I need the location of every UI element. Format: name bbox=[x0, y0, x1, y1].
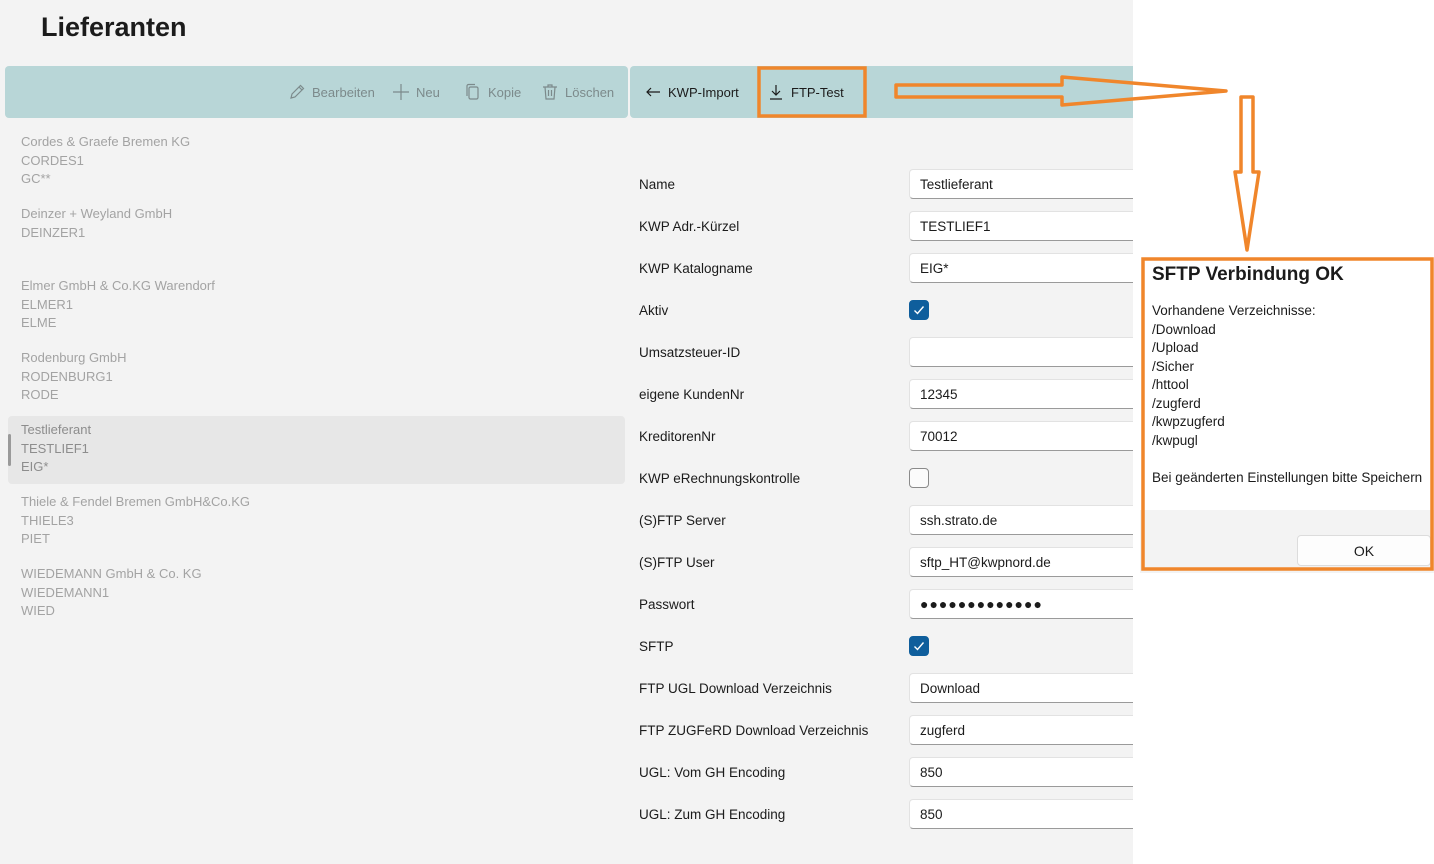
dialog-line: /Download bbox=[1152, 321, 1216, 337]
download-icon bbox=[770, 85, 782, 100]
kwp-katalog-label: KWP Katalogname bbox=[639, 261, 753, 276]
supplier-name: Thiele & Fendel Bremen GmbH&Co.KG bbox=[21, 494, 251, 509]
sftp-user-input[interactable]: sftp_HT@kwpnord.de bbox=[909, 547, 1133, 577]
supplier-code: RODENBURG1 bbox=[21, 369, 113, 384]
ugl-dir-input[interactable]: Download bbox=[909, 673, 1133, 703]
kwp-import-label: KWP-Import bbox=[668, 84, 739, 100]
erechnung-checkbox[interactable] bbox=[909, 468, 929, 488]
sftp-label: SFTP bbox=[639, 639, 674, 654]
list-item[interactable]: Deinzer + Weyland GmbH DEINZER1 bbox=[8, 200, 625, 268]
kunden-nr-label: eigene KundenNr bbox=[639, 387, 745, 402]
supplier-catalog: RODE bbox=[21, 387, 59, 402]
zugferd-dir-label: FTP ZUGFeRD Download Verzeichnis bbox=[639, 723, 869, 738]
dialog-line: /kwpugl bbox=[1152, 432, 1198, 448]
delete-button[interactable]: Löschen bbox=[541, 66, 614, 118]
supplier-name: Elmer GmbH & Co.KG Warendorf bbox=[21, 278, 215, 293]
ust-id-input[interactable] bbox=[909, 337, 1133, 367]
supplier-name: Rodenburg GmbH bbox=[21, 350, 127, 365]
ftp-test-button[interactable]: FTP-Test bbox=[767, 66, 844, 118]
ust-id-label: Umsatzsteuer-ID bbox=[639, 345, 741, 360]
arrow-down-annotation bbox=[1233, 95, 1261, 252]
delete-button-label: Löschen bbox=[565, 84, 615, 100]
supplier-catalog: WIED bbox=[21, 603, 55, 618]
kunden-nr-input[interactable]: 12345 bbox=[909, 379, 1133, 409]
edit-button-label: Bearbeiten bbox=[312, 84, 375, 100]
dialog-line: /httool bbox=[1152, 377, 1189, 392]
dialog-line: /kwpzugferd bbox=[1152, 414, 1225, 429]
password-input[interactable]: ●●●●●●●●●●●●● bbox=[909, 589, 1133, 619]
pencil-icon bbox=[290, 84, 305, 99]
kreditoren-nr-input[interactable]: 70012 bbox=[909, 421, 1133, 451]
aktiv-label: Aktiv bbox=[639, 303, 669, 318]
kreditoren-nr-label: KreditorenNr bbox=[639, 429, 716, 444]
sftp-server-input[interactable]: ssh.strato.de bbox=[909, 505, 1133, 535]
supplier-code: TESTLIEF1 bbox=[21, 441, 89, 456]
ugl-from-label: UGL: Vom GH Encoding bbox=[639, 765, 786, 780]
dialog-title: SFTP Verbindung OK bbox=[1152, 264, 1344, 285]
supplier-catalog: PIET bbox=[21, 531, 50, 546]
name-label: Name bbox=[639, 177, 676, 192]
supplier-code: THIELE3 bbox=[21, 513, 74, 528]
copy-icon bbox=[466, 83, 479, 100]
dialog-line bbox=[1152, 450, 1422, 469]
list-item[interactable]: Thiele & Fendel Bremen GmbH&Co.KG THIELE… bbox=[8, 488, 625, 556]
name-input[interactable]: Testlieferant bbox=[909, 169, 1133, 199]
trash-icon bbox=[543, 84, 557, 100]
zugferd-dir-input[interactable]: zugferd bbox=[909, 715, 1133, 745]
dialog-line: /Sicher bbox=[1152, 358, 1195, 374]
kwp-katalog-input[interactable]: EIG* bbox=[909, 253, 1133, 283]
dialog-line: Vorhandene Verzeichnisse: bbox=[1152, 303, 1316, 318]
erechnung-label: KWP eRechnungskontrolle bbox=[639, 471, 801, 486]
ugl-to-label: UGL: Zum GH Encoding bbox=[639, 807, 786, 822]
ugl-to-input[interactable]: 850 bbox=[909, 799, 1133, 829]
kwp-import-button[interactable]: KWP-Import bbox=[644, 66, 739, 118]
dialog-line: /Upload bbox=[1152, 340, 1199, 355]
list-item[interactable]: Elmer GmbH & Co.KG Warendorf ELMER1 ELME bbox=[8, 272, 625, 340]
list-item[interactable]: WIEDEMANN GmbH & Co. KG WIEDEMANN1 WIED bbox=[8, 560, 625, 628]
supplier-catalog: ELME bbox=[21, 315, 57, 330]
supplier-name: Deinzer + Weyland GmbH bbox=[21, 206, 173, 221]
checkmark-icon bbox=[914, 642, 925, 651]
page-title: Lieferanten bbox=[41, 12, 187, 42]
aktiv-checkbox[interactable] bbox=[909, 300, 929, 320]
list-item[interactable]: Rodenburg GmbH RODENBURG1 RODE bbox=[8, 344, 625, 412]
sftp-result-dialog: SFTP Verbindung OK Vorhandene Verzeichni… bbox=[1140, 256, 1434, 573]
list-item-selected[interactable]: Testlieferant TESTLIEF1 EIG* bbox=[8, 416, 625, 484]
dialog-line: Bei geänderten Einstellungen bitte Speic… bbox=[1152, 469, 1423, 485]
dialog-body: Vorhandene Verzeichnisse: /Download /Upl… bbox=[1152, 302, 1422, 487]
detail-toolbar: KWP-Import FTP-Test bbox=[630, 66, 1133, 118]
supplier-code: ELMER1 bbox=[21, 297, 74, 312]
ftp-test-label: FTP-Test bbox=[791, 84, 844, 100]
ok-button[interactable]: OK bbox=[1297, 535, 1431, 566]
copy-button[interactable]: Kopie bbox=[464, 66, 521, 118]
supplier-name: WIEDEMANN GmbH & Co. KG bbox=[21, 566, 202, 581]
sftp-checkbox[interactable] bbox=[909, 636, 929, 656]
edit-button[interactable]: Bearbeiten bbox=[288, 66, 375, 118]
checkmark-icon bbox=[914, 306, 925, 315]
supplier-name: Testlieferant bbox=[21, 422, 92, 437]
new-button-label: Neu bbox=[416, 84, 440, 100]
supplier-name: Cordes & Graefe Bremen KG bbox=[21, 134, 191, 149]
new-button[interactable]: Neu bbox=[392, 66, 440, 118]
sftp-user-label: (S)FTP User bbox=[639, 555, 715, 570]
password-label: Passwort bbox=[639, 597, 695, 612]
dialog-line: /zugferd bbox=[1152, 395, 1201, 411]
ugl-from-input[interactable]: 850 bbox=[909, 757, 1133, 787]
sftp-server-label: (S)FTP Server bbox=[639, 513, 726, 528]
supplier-catalog: EIG* bbox=[21, 459, 49, 474]
list-item[interactable]: Cordes & Graefe Bremen KG CORDES1 GC** bbox=[8, 128, 625, 196]
supplier-code: DEINZER1 bbox=[21, 225, 86, 240]
kwp-adr-input[interactable]: TESTLIEF1 bbox=[909, 211, 1133, 241]
supplier-code: CORDES1 bbox=[21, 153, 84, 168]
copy-button-label: Kopie bbox=[488, 84, 522, 100]
list-toolbar: Bearbeiten Neu Kopie Löschen bbox=[5, 66, 628, 118]
ugl-dir-label: FTP UGL Download Verzeichnis bbox=[639, 681, 832, 696]
plus-icon bbox=[393, 84, 409, 100]
supplier-catalog: GC** bbox=[21, 171, 51, 186]
kwp-adr-label: KWP Adr.-Kürzel bbox=[639, 219, 740, 234]
supplier-code: WIEDEMANN1 bbox=[21, 585, 110, 600]
arrow-left-icon bbox=[646, 87, 660, 97]
app-window: Lieferanten Bearbeiten Neu Kopie Löschen… bbox=[0, 0, 1133, 864]
